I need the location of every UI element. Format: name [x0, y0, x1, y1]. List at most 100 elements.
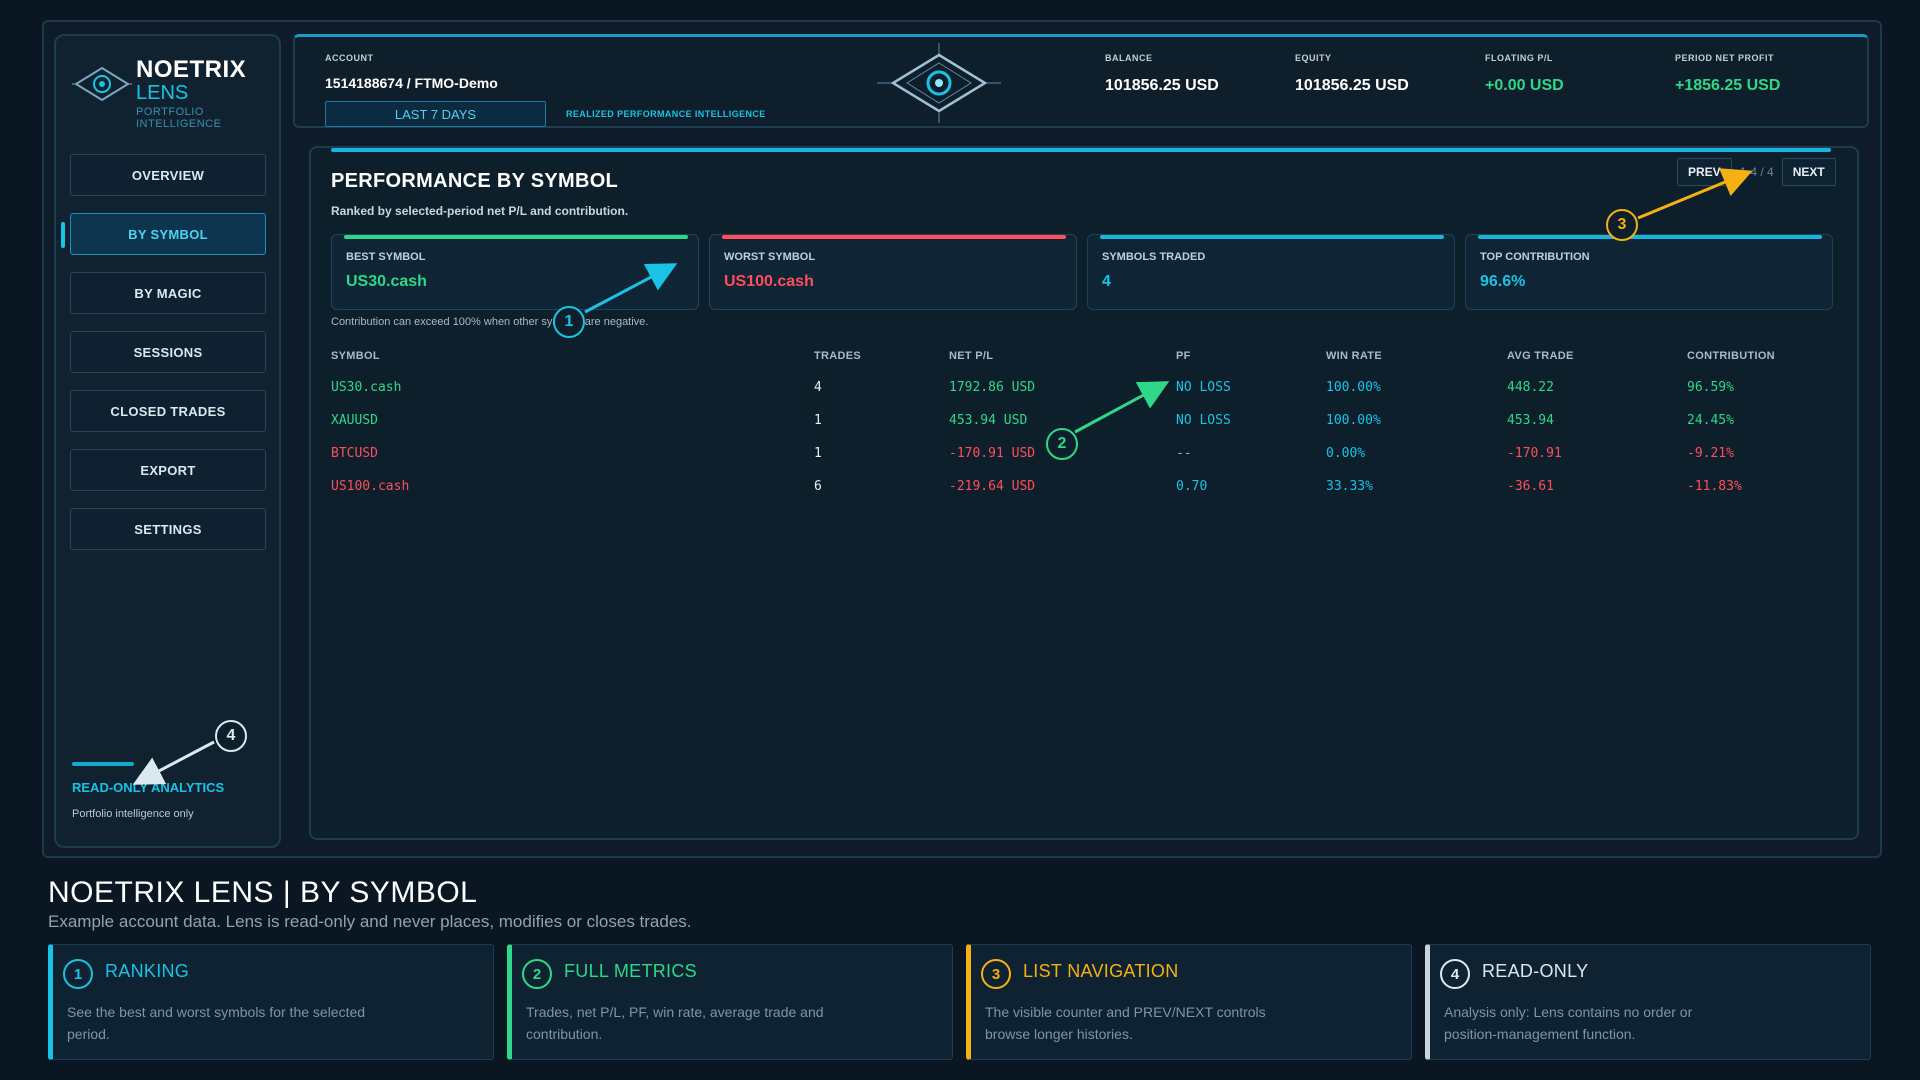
read-only-title: READ-ONLY ANALYTICS: [72, 780, 225, 795]
table-row[interactable]: XAUUSD 1 453.94 USD NO LOSS 100.00% 453.…: [331, 405, 1831, 438]
cell-net-pl: 1792.86 USD: [949, 380, 1036, 395]
read-only-accent-bar: [72, 762, 134, 766]
app-title: NOETRIX: [136, 56, 247, 83]
sidebar-nav: OVERVIEW BY SYMBOL BY MAGIC SESSIONS CLO…: [61, 154, 266, 567]
feature-title: LIST NAVIGATION: [1023, 961, 1179, 981]
sidebar-item-by-magic[interactable]: BY MAGIC: [70, 272, 266, 314]
app-logo: NOETRIX LENS PORTFOLIO INTELLIGENCE: [66, 46, 276, 136]
cell-win-rate: 100.00%: [1326, 413, 1381, 428]
cell-trades: 4: [814, 380, 822, 395]
sidebar-item-closed-trades[interactable]: CLOSED TRADES: [70, 390, 266, 432]
cell-contribution: -9.21%: [1687, 446, 1734, 461]
symbols-traded-card: SYMBOLS TRADED 4: [1087, 234, 1455, 310]
card-value: US100.cash: [724, 273, 814, 290]
caption-title: NOETRIX LENS | BY SYMBOL: [48, 876, 478, 909]
cell-win-rate: 33.33%: [1326, 479, 1373, 494]
card-accent-line: [1100, 235, 1444, 239]
cell-contribution: -11.83%: [1687, 479, 1742, 494]
column-header-symbol[interactable]: SYMBOL: [331, 350, 380, 362]
cell-avg-trade: 453.94: [1507, 413, 1554, 428]
column-header-net-pl[interactable]: NET P/L: [949, 350, 993, 362]
cell-trades: 1: [814, 446, 822, 461]
feature-read-only: 4 READ-ONLY Analysis only: Lens contains…: [1425, 944, 1871, 1060]
card-accent-line: [344, 235, 688, 239]
floating-pl-label: FLOATING P/L: [1485, 53, 1553, 63]
page-counter: 1-4 / 4: [1739, 165, 1774, 179]
card-label: TOP CONTRIBUTION: [1480, 251, 1590, 263]
balance-value: 101856.25 USD: [1105, 77, 1219, 94]
sidebar-item-sessions[interactable]: SESSIONS: [70, 331, 266, 373]
card-value: 96.6%: [1480, 273, 1526, 290]
column-header-win-rate[interactable]: WIN RATE: [1326, 350, 1382, 362]
feature-full-metrics: 2 FULL METRICS Trades, net P/L, PF, win …: [507, 944, 953, 1060]
floating-pl-value: +0.00 USD: [1485, 77, 1564, 94]
period-profit-value: +1856.25 USD: [1675, 77, 1781, 94]
symbol-table: SYMBOL TRADES NET P/L PF WIN RATE AVG TR…: [331, 342, 1831, 504]
worst-symbol-card: WORST SYMBOL US100.cash: [709, 234, 1077, 310]
app-subtitle: LENS: [136, 82, 189, 104]
best-symbol-card: BEST SYMBOL US30.cash: [331, 234, 699, 310]
card-accent-line: [722, 235, 1066, 239]
balance-label: BALANCE: [1105, 53, 1153, 63]
cell-pf: --: [1176, 446, 1192, 461]
card-label: WORST SYMBOL: [724, 251, 816, 263]
pager: PREV 1-4 / 4 NEXT: [1677, 158, 1836, 186]
feature-description: The visible counter and PREV/NEXT contro…: [985, 1004, 1266, 1042]
next-button[interactable]: NEXT: [1781, 158, 1836, 186]
card-label: SYMBOLS TRADED: [1102, 251, 1206, 263]
cell-symbol: BTCUSD: [331, 446, 378, 461]
prev-button[interactable]: PREV: [1677, 158, 1732, 186]
cell-net-pl: -170.91 USD: [949, 446, 1036, 461]
read-only-subtitle: Portfolio intelligence only: [72, 808, 194, 820]
cell-win-rate: 0.00%: [1326, 446, 1366, 461]
sidebar-item-by-symbol[interactable]: BY SYMBOL: [61, 213, 266, 255]
cell-symbol: XAUUSD: [331, 413, 378, 428]
sidebar-item-overview[interactable]: OVERVIEW: [70, 154, 266, 196]
table-header: SYMBOL TRADES NET P/L PF WIN RATE AVG TR…: [331, 342, 1831, 372]
feature-title: FULL METRICS: [564, 961, 697, 981]
feature-number: 3: [981, 959, 1011, 989]
card-label: BEST SYMBOL: [346, 251, 426, 263]
eye-logo-icon: [72, 66, 132, 102]
feature-title: RANKING: [105, 961, 190, 981]
card-value: 4: [1102, 273, 1111, 290]
column-header-avg-trade[interactable]: AVG TRADE: [1507, 350, 1574, 362]
cell-pf: NO LOSS: [1176, 380, 1231, 395]
period-select-button[interactable]: LAST 7 DAYS: [325, 101, 546, 127]
sidebar-item-settings[interactable]: SETTINGS: [70, 508, 266, 550]
annotation-marker-1: 1: [553, 306, 585, 338]
cell-trades: 1: [814, 413, 822, 428]
sidebar-item-export[interactable]: EXPORT: [70, 449, 266, 491]
eye-emblem-icon: [877, 43, 1001, 123]
account-header: ACCOUNT 1514188674 / FTMO-Demo LAST 7 DA…: [293, 34, 1869, 128]
feature-description: See the best and worst symbols for the s…: [67, 1004, 366, 1042]
feature-number: 4: [1440, 959, 1470, 989]
column-header-pf[interactable]: PF: [1176, 350, 1191, 362]
realized-tag: REALIZED PERFORMANCE INTELLIGENCE: [566, 109, 766, 119]
cell-pf: NO LOSS: [1176, 413, 1231, 428]
feature-ranking: 1 RANKING See the best and worst symbols…: [48, 944, 494, 1060]
table-row[interactable]: US100.cash 6 -219.64 USD 0.70 33.33% -36…: [331, 471, 1831, 504]
cell-trades: 6: [814, 479, 822, 494]
table-row[interactable]: US30.cash 4 1792.86 USD NO LOSS 100.00% …: [331, 372, 1831, 405]
page-title: PERFORMANCE BY SYMBOL: [331, 170, 619, 192]
cell-net-pl: 453.94 USD: [949, 413, 1028, 428]
table-row[interactable]: BTCUSD 1 -170.91 USD -- 0.00% -170.91 -9…: [331, 438, 1831, 471]
period-profit-label: PERIOD NET PROFIT: [1675, 53, 1775, 63]
equity-value: 101856.25 USD: [1295, 77, 1409, 94]
feature-number: 1: [63, 959, 93, 989]
card-accent-line: [1478, 235, 1822, 239]
feature-number: 2: [522, 959, 552, 989]
cell-avg-trade: 448.22: [1507, 380, 1554, 395]
column-header-contribution[interactable]: CONTRIBUTION: [1687, 350, 1775, 362]
sidebar: NOETRIX LENS PORTFOLIO INTELLIGENCE OVER…: [54, 34, 281, 848]
account-label: ACCOUNT: [325, 53, 374, 63]
page-subtitle: Ranked by selected-period net P/L and co…: [331, 204, 629, 218]
cell-symbol: US100.cash: [331, 479, 410, 494]
cell-net-pl: -219.64 USD: [949, 479, 1036, 494]
column-header-trades[interactable]: TRADES: [814, 350, 861, 362]
annotation-marker-3: 3: [1606, 209, 1638, 241]
cell-avg-trade: -36.61: [1507, 479, 1554, 494]
feature-description: Trades, net P/L, PF, win rate, average t…: [526, 1004, 824, 1042]
caption-subtitle: Example account data. Lens is read-only …: [48, 912, 692, 931]
